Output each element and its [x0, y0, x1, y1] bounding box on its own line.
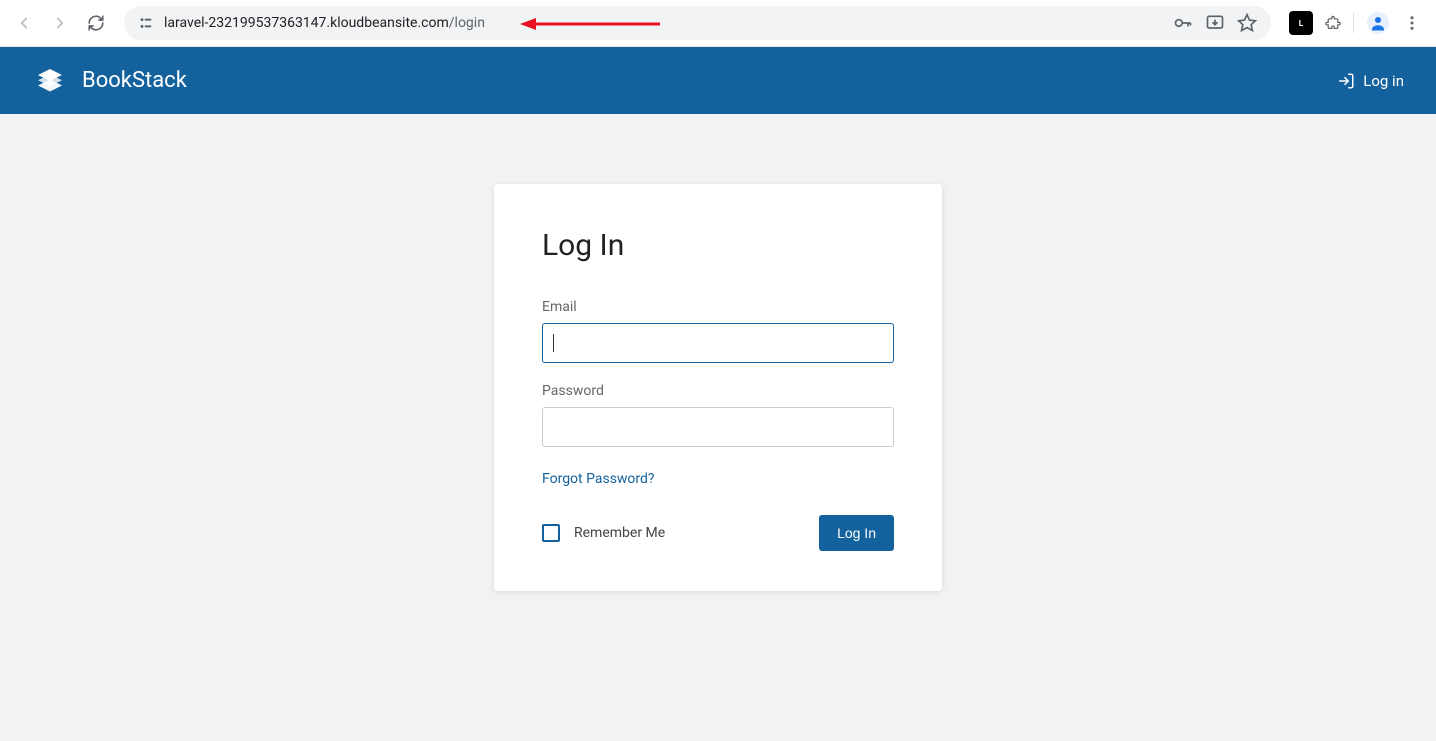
forgot-password-link[interactable]: Forgot Password? — [542, 471, 655, 487]
url-text: laravel-232199537363147.kloudbeansite.co… — [164, 15, 485, 31]
extension-button[interactable]: L — [1289, 11, 1313, 35]
login-card: Log In Email Password Forgot Password? R… — [494, 184, 942, 591]
login-icon — [1337, 72, 1355, 90]
email-group: Email — [542, 299, 894, 363]
browser-toolbar: laravel-232199537363147.kloudbeansite.co… — [0, 0, 1436, 47]
password-label: Password — [542, 383, 894, 399]
password-group: Password — [542, 383, 894, 447]
header-login-link[interactable]: Log in — [1337, 72, 1404, 90]
header-login-label: Log in — [1363, 72, 1404, 90]
remember-checkbox[interactable] — [542, 524, 560, 542]
logo-area[interactable]: BookStack — [32, 63, 187, 99]
back-button[interactable] — [10, 9, 38, 37]
extensions-puzzle-icon[interactable] — [1323, 13, 1343, 33]
profile-button[interactable] — [1364, 9, 1392, 37]
install-app-icon[interactable] — [1205, 13, 1225, 33]
app-header: BookStack Log in — [0, 47, 1436, 114]
bookstack-logo-icon — [32, 63, 68, 99]
email-input[interactable] — [542, 323, 894, 363]
login-submit-button[interactable]: Log In — [819, 515, 894, 551]
password-input[interactable] — [542, 407, 894, 447]
extensions-area: L — [1285, 9, 1426, 37]
menu-dots-icon[interactable] — [1402, 13, 1422, 33]
site-settings-icon[interactable] — [138, 15, 154, 31]
app-name: BookStack — [82, 68, 187, 93]
remember-area[interactable]: Remember Me — [542, 524, 665, 542]
forward-button[interactable] — [46, 9, 74, 37]
password-key-icon[interactable] — [1173, 13, 1193, 33]
reload-button[interactable] — [82, 9, 110, 37]
login-title: Log In — [542, 228, 894, 263]
email-label: Email — [542, 299, 894, 315]
main-content: Log In Email Password Forgot Password? R… — [0, 114, 1436, 591]
form-footer: Remember Me Log In — [542, 515, 894, 551]
bookmark-star-icon[interactable] — [1237, 13, 1257, 33]
separator — [1353, 13, 1354, 33]
address-bar[interactable]: laravel-232199537363147.kloudbeansite.co… — [124, 6, 1271, 40]
svg-text:L: L — [1299, 18, 1304, 28]
remember-label: Remember Me — [574, 525, 665, 541]
